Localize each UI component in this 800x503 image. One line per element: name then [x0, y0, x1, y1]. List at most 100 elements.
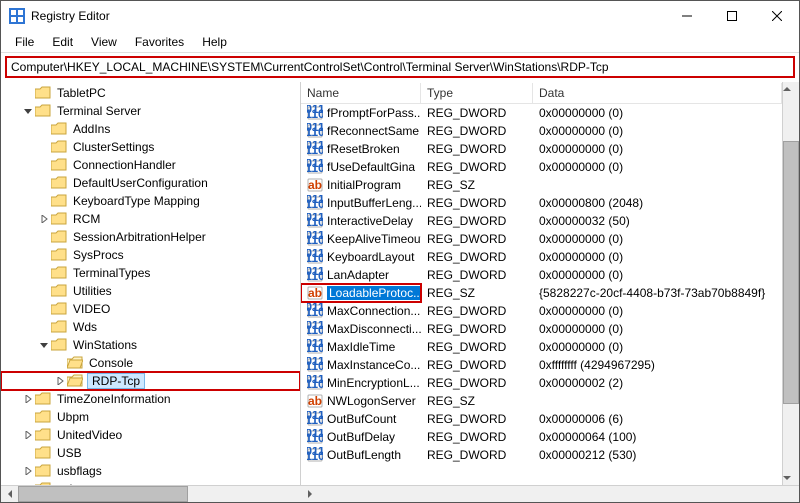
- chevron-right-icon[interactable]: [21, 428, 35, 442]
- column-name[interactable]: Name: [301, 83, 421, 103]
- value-type: REG_DWORD: [421, 375, 533, 391]
- value-row[interactable]: 011110KeepAliveTimeoutREG_DWORD0x0000000…: [301, 230, 782, 248]
- value-name: MaxConnection...: [327, 304, 420, 318]
- tree-node[interactable]: SysProcs: [1, 246, 300, 264]
- tree-node[interactable]: Wds: [1, 318, 300, 336]
- value-row[interactable]: abNWLogonServerREG_SZ: [301, 392, 782, 410]
- value-name: fReconnectSame: [327, 124, 419, 138]
- scroll-left-icon[interactable]: [1, 486, 18, 503]
- tree-node-label: Wds: [71, 320, 99, 334]
- scroll-thumb[interactable]: [783, 141, 799, 404]
- value-row[interactable]: abLoadableProtoc...REG_SZ{5828227c-20cf-…: [301, 284, 782, 302]
- value-name: fResetBroken: [327, 142, 400, 156]
- value-row[interactable]: 011110InputBufferLeng...REG_DWORD0x00000…: [301, 194, 782, 212]
- maximize-button[interactable]: [709, 1, 754, 31]
- vertical-scrollbar[interactable]: [782, 82, 799, 485]
- values-pane[interactable]: Name Type Data 011110fPromptForPass...RE…: [301, 82, 782, 485]
- svg-text:110: 110: [307, 377, 323, 391]
- minimize-button[interactable]: [664, 1, 709, 31]
- tree-node[interactable]: ConnectionHandler: [1, 156, 300, 174]
- chevron-right-icon[interactable]: [21, 392, 35, 406]
- tree-node[interactable]: Ubpm: [1, 408, 300, 426]
- tree-node[interactable]: SessionArbitrationHelper: [1, 228, 300, 246]
- tree-node-label: SysProcs: [71, 248, 126, 262]
- tree-node[interactable]: VIDEO: [1, 300, 300, 318]
- value-row[interactable]: 011110KeyboardLayoutREG_DWORD0x00000000 …: [301, 248, 782, 266]
- tree-node[interactable]: TimeZoneInformation: [1, 390, 300, 408]
- tree-node[interactable]: TerminalTypes: [1, 264, 300, 282]
- column-headers: Name Type Data: [301, 82, 782, 104]
- scroll-right-icon[interactable]: [301, 486, 318, 503]
- tree-node[interactable]: DefaultUserConfiguration: [1, 174, 300, 192]
- tree-node-label: UnitedVideo: [55, 428, 124, 442]
- close-button[interactable]: [754, 1, 799, 31]
- value-row[interactable]: 011110MaxDisconnecti...REG_DWORD0x000000…: [301, 320, 782, 338]
- menu-file[interactable]: File: [7, 33, 42, 51]
- value-name: OutBufDelay: [327, 430, 395, 444]
- tree-node-label: WinStations: [71, 338, 139, 352]
- tree-node[interactable]: TabletPC: [1, 84, 300, 102]
- tree-node[interactable]: ClusterSettings: [1, 138, 300, 156]
- value-row[interactable]: 011110MaxIdleTimeREG_DWORD0x00000000 (0): [301, 338, 782, 356]
- scroll-up-icon[interactable]: [783, 82, 799, 96]
- value-type: REG_DWORD: [421, 429, 533, 445]
- tree-node[interactable]: KeyboardType Mapping: [1, 192, 300, 210]
- value-row[interactable]: 011110fReconnectSameREG_DWORD0x00000000 …: [301, 122, 782, 140]
- value-row[interactable]: abInitialProgramREG_SZ: [301, 176, 782, 194]
- value-row[interactable]: 011110InteractiveDelayREG_DWORD0x0000003…: [301, 212, 782, 230]
- column-type[interactable]: Type: [421, 83, 533, 103]
- value-type: REG_DWORD: [421, 141, 533, 157]
- value-row[interactable]: 011110OutBufDelayREG_DWORD0x00000064 (10…: [301, 428, 782, 446]
- tree-node[interactable]: UnitedVideo: [1, 426, 300, 444]
- value-row[interactable]: 011110fUseDefaultGinaREG_DWORD0x00000000…: [301, 158, 782, 176]
- svg-text:110: 110: [307, 449, 323, 463]
- value-name: InputBufferLeng...: [327, 196, 421, 210]
- menu-favorites[interactable]: Favorites: [127, 33, 192, 51]
- menu-view[interactable]: View: [83, 33, 125, 51]
- chevron-right-icon[interactable]: [37, 212, 51, 226]
- tree-node[interactable]: usbflags: [1, 462, 300, 480]
- value-type: REG_DWORD: [421, 195, 533, 211]
- value-name: MinEncryptionL...: [327, 376, 420, 390]
- tree-node[interactable]: Utilities: [1, 282, 300, 300]
- menu-help[interactable]: Help: [194, 33, 235, 51]
- column-data[interactable]: Data: [533, 83, 782, 103]
- value-type: REG_DWORD: [421, 447, 533, 463]
- value-row[interactable]: 011110MaxInstanceCo...REG_DWORD0xfffffff…: [301, 356, 782, 374]
- value-row[interactable]: 011110fPromptForPass...REG_DWORD0x000000…: [301, 104, 782, 122]
- value-row[interactable]: 011110LanAdapterREG_DWORD0x00000000 (0): [301, 266, 782, 284]
- address-bar[interactable]: Computer\HKEY_LOCAL_MACHINE\SYSTEM\Curre…: [5, 56, 795, 78]
- tree-node-label: TerminalTypes: [71, 266, 152, 280]
- tree-node[interactable]: RDP-Tcp: [1, 372, 300, 390]
- binary-value-icon: 011110: [307, 321, 323, 337]
- value-name: OutBufLength: [327, 448, 401, 462]
- tree-node[interactable]: RCM: [1, 210, 300, 228]
- chevron-right-icon[interactable]: [53, 374, 67, 388]
- tree-node[interactable]: AddIns: [1, 120, 300, 138]
- tree-node[interactable]: usbstor: [1, 480, 300, 485]
- chevron-down-icon[interactable]: [37, 338, 51, 352]
- chevron-down-icon[interactable]: [21, 104, 35, 118]
- tree-node-label: TabletPC: [55, 86, 108, 100]
- value-row[interactable]: 011110OutBufLengthREG_DWORD0x00000212 (5…: [301, 446, 782, 464]
- value-row[interactable]: 011110MaxConnection...REG_DWORD0x0000000…: [301, 302, 782, 320]
- scroll-thumb-h[interactable]: [18, 486, 188, 502]
- value-row[interactable]: 011110MinEncryptionL...REG_DWORD0x000000…: [301, 374, 782, 392]
- value-name: InteractiveDelay: [327, 214, 413, 228]
- tree-node-label: USB: [55, 446, 84, 460]
- titlebar[interactable]: Registry Editor: [1, 1, 799, 31]
- tree-node[interactable]: Terminal Server: [1, 102, 300, 120]
- tree-node-label: AddIns: [71, 122, 112, 136]
- tree-node[interactable]: WinStations: [1, 336, 300, 354]
- tree-node[interactable]: USB: [1, 444, 300, 462]
- scroll-down-icon[interactable]: [783, 471, 799, 485]
- horizontal-scrollbar[interactable]: [1, 485, 799, 502]
- folder-icon: [51, 302, 67, 316]
- tree-node-label: TimeZoneInformation: [55, 392, 173, 406]
- chevron-right-icon[interactable]: [21, 464, 35, 478]
- value-row[interactable]: 011110fResetBrokenREG_DWORD0x00000000 (0…: [301, 140, 782, 158]
- tree-node[interactable]: Console: [1, 354, 300, 372]
- tree-pane[interactable]: TabletPC Terminal Server AddIns ClusterSett…: [1, 82, 301, 485]
- menu-edit[interactable]: Edit: [44, 33, 81, 51]
- value-row[interactable]: 011110OutBufCountREG_DWORD0x00000006 (6): [301, 410, 782, 428]
